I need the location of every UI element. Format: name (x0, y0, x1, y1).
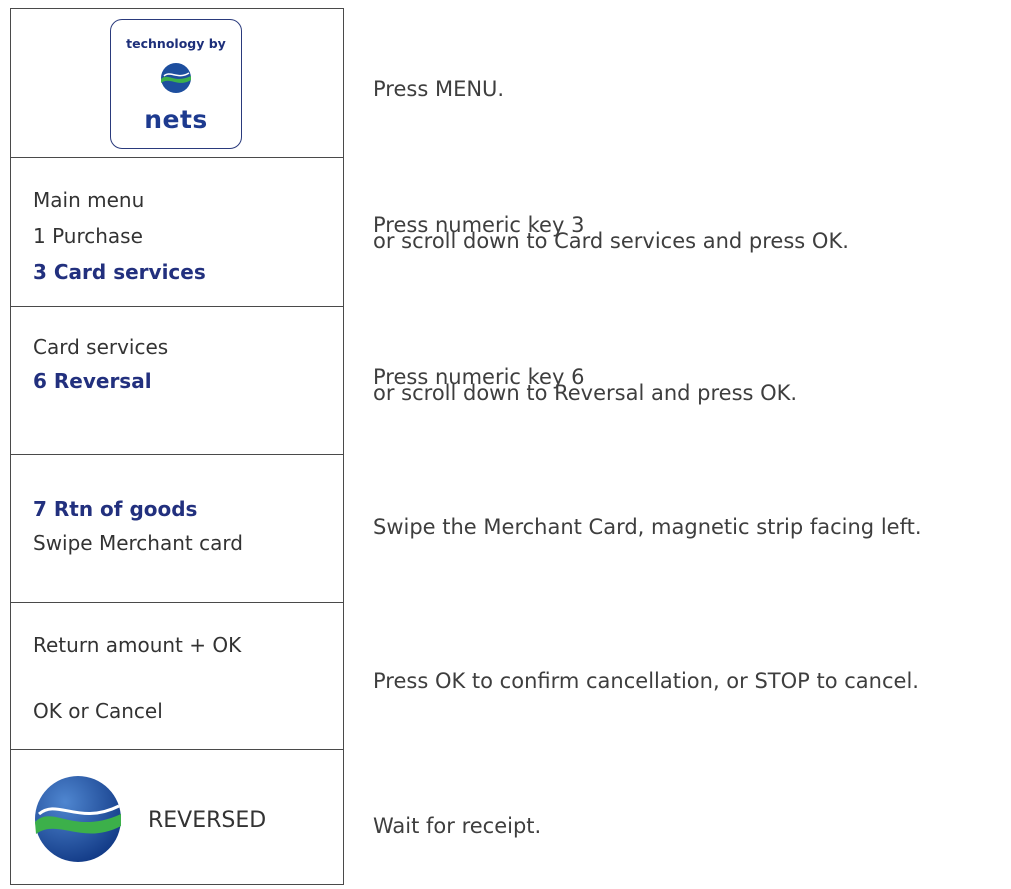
screen-line-selected: 7 Rtn of goods (33, 497, 198, 521)
nets-logo-icon (161, 63, 191, 93)
instruction-6: Wait for receipt. (373, 814, 542, 838)
badge-tagline: technology by (126, 36, 226, 51)
screen-row-6: REVERSED (11, 750, 343, 884)
instruction-5: Press OK to confirm cancellation, or STO… (373, 669, 919, 693)
terminal-screens-column: technology by nets Main menu 1 Purchase … (10, 8, 344, 885)
screen-row-1: technology by nets (11, 9, 343, 158)
screen-line: Main menu (33, 188, 145, 212)
screen-line-selected: 3 Card services (33, 260, 206, 284)
screen-row-3: Card services 6 Reversal (11, 307, 343, 455)
instruction-1: Press MENU. (373, 77, 505, 101)
instruction-4: Swipe the Merchant Card, magnetic strip … (373, 515, 922, 539)
screen-line: 1 Purchase (33, 224, 143, 248)
nets-logo-icon (35, 776, 121, 862)
badge-brand: nets (144, 105, 208, 134)
screen-line: Swipe Merchant card (33, 531, 243, 555)
instruction-3-line-2: or scroll down to Reversal and press OK. (373, 381, 798, 405)
screen-line: Return amount + OK (33, 633, 242, 657)
screen-line-selected: 6 Reversal (33, 369, 152, 393)
screen-line: OK or Cancel (33, 699, 163, 723)
instruction-2-line-2: or scroll down to Card services and pres… (373, 229, 849, 253)
screen-row-4: 7 Rtn of goods Swipe Merchant card (11, 455, 343, 603)
screen-line: Card services (33, 335, 169, 359)
nets-badge: technology by nets (110, 19, 242, 149)
screen-row-2: Main menu 1 Purchase 3 Card services (11, 158, 343, 307)
reversed-status: REVERSED (148, 808, 267, 833)
screen-row-5: Return amount + OK OK or Cancel (11, 603, 343, 750)
